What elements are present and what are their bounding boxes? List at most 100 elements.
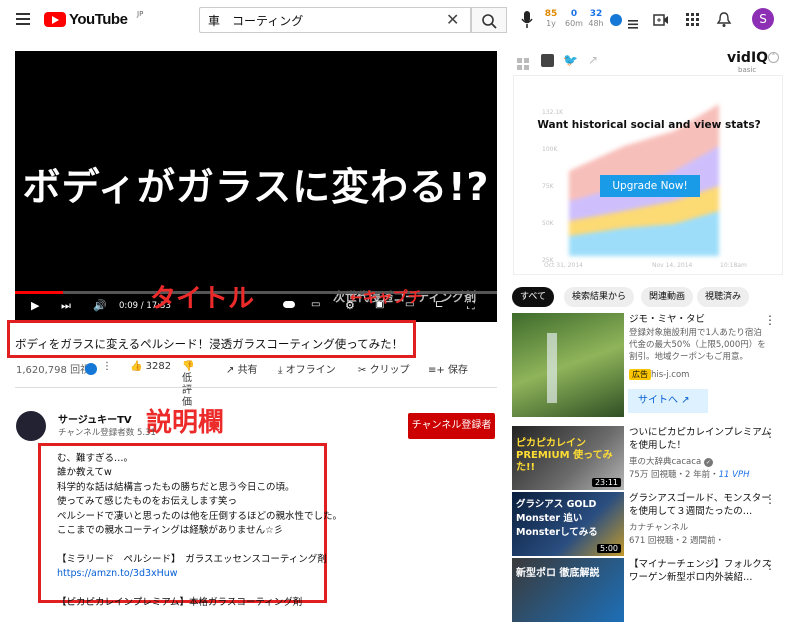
avatar[interactable]: S [752,8,774,30]
vidiq-tier: basic [738,66,757,74]
stat-2-label: 60m [565,19,583,28]
description-line: 誰か教えてw [57,467,112,479]
progress-bar[interactable] [15,291,497,294]
like-button[interactable]: 👍 3282 [130,361,171,372]
chip-from-search[interactable]: 検索結果から [564,287,635,307]
more-icon[interactable]: ⋮ [764,313,776,327]
like-icon: 👍 [130,361,146,372]
search-input[interactable]: 車 コーティング [199,7,471,33]
search-icon [482,14,497,29]
annotation-partial-label: ←キャプチ [350,288,423,306]
vidiq-tab-grid-icon[interactable] [517,55,529,74]
description-line: 【ピカピカレインプレミアム】本格ガラスコーティング剤 [57,596,303,608]
stat-2-value: 0 [570,9,578,19]
view-count: 1,620,798 回視 [16,365,91,376]
y-label: 100K [542,146,558,153]
rec-title[interactable]: ついにピカピカレインプレミアムを使用した！ [629,426,773,452]
progress-fill [15,291,64,294]
description-line [57,538,327,552]
x-label: Oct 31, 2014 [544,262,583,269]
share-button[interactable]: ↗ 共有 [226,361,258,376]
youtube-logo[interactable]: YouTube JP [44,10,143,28]
chip-all[interactable]: すべて [512,287,555,307]
more-icon[interactable]: ⋮ [764,426,776,440]
rec-channel[interactable]: カナチャンネル [629,522,688,534]
autoplay-toggle[interactable] [283,301,295,308]
channel-avatar[interactable] [16,411,46,441]
vidiq-brand: vidIQ [727,50,769,66]
rec-thumbnail[interactable]: グラシアス GOLD Monster 追いMonsterしてみる 5:00 [512,492,624,556]
rec-thumbnail[interactable]: 新型ポロ 徹底解説 [512,558,624,622]
rec-stats: 75万 回視聴・2 年前・11 VPH [629,469,750,481]
ad-body: 登録対象施設利用で1人あたり宿泊代金の最大50%（上限5,000円）を割引。地域… [629,328,766,362]
description-line: ペルシードで凄いと思ったのは他を圧倒するほどの親水性でした。 [57,510,343,522]
save-label: 保存 [447,365,468,376]
divider [15,387,497,388]
bell-icon[interactable] [716,12,732,28]
vidiq-headline: Want historical social and view stats? [537,119,761,131]
vidiq-tab-stats-icon[interactable] [541,54,554,67]
logo-text: YouTube [69,11,128,28]
more-icon[interactable]: ⋮ [102,361,112,372]
rec-title[interactable]: グラシアスゴールド、モンスターを使用して３週間たったの… [629,492,773,518]
waterfall-image [547,333,557,403]
search-button[interactable] [471,7,507,33]
ad-domain: his-j.com [651,370,690,380]
vidiq-tab-twitter-icon[interactable]: 🐦 [563,53,578,67]
player-overlay-text: ボディがガラスに変わる!? [22,165,490,209]
ad-site-button-label: サイトへ [638,395,678,406]
y-label: 75K [542,183,554,190]
apps-icon[interactable] [685,12,701,28]
play-icon[interactable]: ▶ [31,299,39,312]
mic-icon[interactable] [521,11,533,33]
create-video-icon[interactable] [653,12,669,28]
description-line: 【ミラリード ペルシード】 ガラスエッセンスコーティング剤 [57,553,327,565]
clear-search-icon[interactable]: ✕ [446,10,459,29]
clip-icon: ✂ [358,365,370,376]
dislike-icon: 👎 [182,361,195,372]
rec-vph: 11 VPH [718,470,750,480]
external-link-icon: ↗ [681,395,690,406]
share-label: 共有 [237,365,258,376]
description-link[interactable]: https://amzn.to/3d3xHuw [57,567,327,581]
stat-1-value: 85 [544,9,558,19]
next-icon[interactable]: ⏭ [61,299,71,313]
subtitles-icon[interactable]: ▭ [311,299,320,310]
subscribe-button[interactable]: チャンネル登録者 [408,413,495,439]
ad-site-button[interactable]: サイトへ ↗ [628,389,708,413]
video-title: ボディをガラスに変えるペルシード！浸透ガラスコーティング使ってみた！ [15,337,404,351]
chip-watched[interactable]: 視聴済み [697,287,750,307]
ad-title[interactable]: ジモ・ミヤ・タビ [629,313,773,326]
verified-icon: ✓ [703,458,713,467]
more-icon[interactable]: ⋮ [764,492,776,506]
rec-channel[interactable]: 車の大辞典cacaca ✓ [629,456,713,468]
offline-button[interactable]: ⤓ オフライン [278,361,336,376]
cast-icon[interactable]: ⊏ [435,299,443,310]
chip-related[interactable]: 関連動画 [641,287,694,307]
description-line: む、難すぎる…。 [57,453,134,464]
save-button[interactable]: ≡+ 保存 [428,361,468,376]
vidiq-tab-trend-icon[interactable]: ↗ [588,53,598,67]
top-bar: YouTube JP 車 コーティング ✕ 85 1y 0 60m 32 48h… [0,0,800,40]
vidiq-stats-widget[interactable]: 85 1y 0 60m 32 48h [540,8,622,32]
more-icon[interactable]: ⋮ [764,558,776,572]
channel-name[interactable]: サージュキーTV [58,411,132,426]
list-icon[interactable] [628,14,638,33]
rec-thumbnail[interactable]: ピカピカレイン PREMIUM 使ってみた!! 23:11 [512,426,624,490]
rec-title[interactable]: 【マイナーチェンジ】フォルクスワーゲン新型ポロ内外装紹… [629,558,773,584]
video-player[interactable]: ボディがガラスに変わる!? 次世代浸透コーティング剤 ▶ ⏭ 🔊 0:09 / … [15,51,497,322]
like-count: 3282 [145,361,172,372]
download-icon: ⤓ [278,365,286,376]
vidiq-score-icon[interactable] [85,363,97,375]
clip-button[interactable]: ✂ クリップ [358,361,410,376]
dislike-button[interactable]: 👎低評価 [182,361,196,409]
ad-thumbnail[interactable] [512,313,624,417]
description-line: ここまでの親水コーティングは経験がありません☆彡 [57,524,284,536]
upgrade-button[interactable]: Upgrade Now! [600,175,700,197]
fullscreen-icon[interactable]: ⛶ [467,299,475,313]
volume-icon[interactable]: 🔊 [93,299,107,312]
description-line [57,582,327,596]
menu-icon[interactable] [16,13,30,25]
collapse-icon[interactable]: ˄ [768,52,779,63]
rec-thumb-text: グラシアス GOLD Monster 追いMonsterしてみる [516,499,598,538]
